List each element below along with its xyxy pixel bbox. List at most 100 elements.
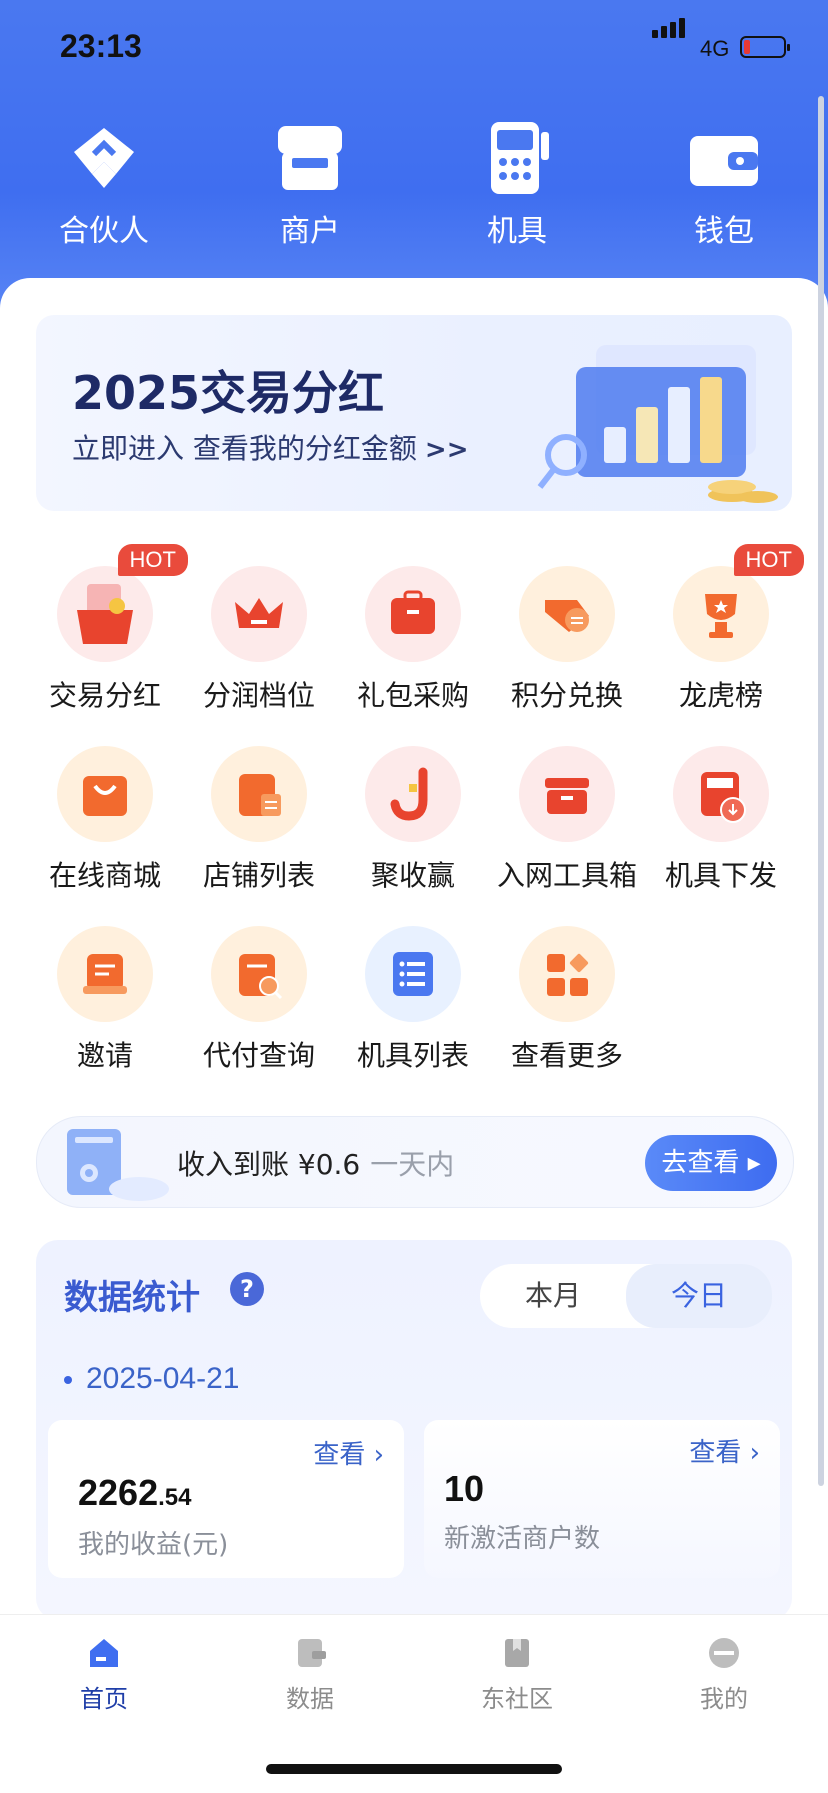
payment-query-icon [211, 926, 307, 1022]
view-link-label: 查看 [689, 1438, 742, 1468]
status-time: 23:13 [60, 28, 142, 64]
stats-title: 数据统计 [64, 1278, 200, 1318]
grid-label: 查看更多 [510, 1039, 623, 1072]
device-dispatch-icon [673, 746, 769, 842]
chart-illustration-icon [537, 345, 778, 503]
topnav-label: 机具 [487, 214, 547, 249]
network-type: 4G [700, 36, 730, 61]
crown-icon [211, 566, 307, 662]
period-toggle: 本月 今日 [480, 1264, 772, 1328]
date-dot [64, 1376, 72, 1385]
grid-label: 店铺列表 [202, 859, 315, 892]
grid-item-leaderboard[interactable]: HOT 龙虎榜 [646, 544, 804, 714]
toolbox-icon [519, 746, 615, 842]
grid-item-invite[interactable]: 邀请 [30, 926, 180, 1074]
grid-label: 代付查询 [202, 1039, 315, 1072]
data-stats-panel: 数据统计 ? 本月 今日 2025-04-21 查看 › 2262.54 我的收… [36, 1240, 792, 1620]
stat-card-new-merchants: 查看 › 10 新激活商户数 [424, 1420, 780, 1578]
stats-date: 2025-04-21 [64, 1362, 239, 1396]
topnav-label: 商户 [280, 214, 340, 249]
earnings-value: 2262.54 [78, 1472, 191, 1514]
income-period: 一天内 [370, 1148, 455, 1181]
tab-home[interactable]: 首页 [44, 1635, 164, 1714]
earnings-caption: 我的收益(元) [78, 1530, 229, 1560]
grid-label: 邀请 [76, 1039, 133, 1072]
tab-community[interactable]: 东社区 [457, 1635, 577, 1714]
more-apps-icon [519, 926, 615, 1022]
topnav-label: 钱包 [694, 214, 754, 249]
help-icon[interactable]: ? [230, 1272, 264, 1306]
top-nav: 合伙人 商户 机具 钱包 [0, 118, 828, 258]
wallet-icon [684, 118, 764, 198]
grid-label: 积分兑换 [510, 679, 623, 712]
merchant-icon [270, 118, 350, 198]
grid-label: 分润档位 [202, 679, 315, 712]
income-text: 收入到账 ¥0.6 一天内 [177, 1143, 454, 1183]
chevron-right-icon: ▸ [747, 1148, 761, 1178]
grid-label: 入网工具箱 [496, 859, 637, 892]
grid-item-gift-purchase[interactable]: 礼包采购 [338, 566, 488, 714]
grid-item-profit-tier[interactable]: 分润档位 [184, 566, 334, 714]
chevron-right-icon: › [749, 1438, 760, 1468]
topnav-partner[interactable]: 合伙人 [24, 118, 184, 250]
merchants-caption: 新激活商户数 [444, 1524, 601, 1554]
grid-label: 机具下发 [664, 859, 777, 892]
stats-date-text: 2025-04-21 [86, 1362, 240, 1395]
scrollbar[interactable] [818, 96, 824, 1486]
invite-icon [57, 926, 153, 1022]
chevron-right-icon: › [373, 1440, 384, 1470]
tab-data[interactable]: 数据 [250, 1635, 370, 1714]
home-icon [86, 1635, 122, 1671]
tab-today[interactable]: 今日 [626, 1264, 772, 1328]
grid-item-online-mall[interactable]: 在线商城 [30, 746, 180, 894]
view-merchants-link[interactable]: 查看 › [689, 1432, 760, 1469]
grid-label: 龙虎榜 [678, 679, 763, 712]
home-indicator[interactable] [266, 1764, 562, 1774]
stat-card-earnings: 查看 › 2262.54 我的收益(元) [48, 1420, 404, 1578]
topnav-label: 合伙人 [59, 214, 149, 249]
grid-label: 交易分红 [48, 679, 161, 712]
grid-label: 聚收赢 [370, 859, 455, 892]
grid-item-more[interactable]: 查看更多 [492, 926, 642, 1074]
merchants-value: 10 [444, 1468, 484, 1510]
shopping-bag-icon [57, 746, 153, 842]
grid-item-dividend[interactable]: HOT 交易分红 [30, 544, 188, 714]
topnav-pos[interactable]: 机具 [437, 118, 597, 250]
battery-icon [740, 36, 790, 58]
grid-item-store-list[interactable]: 店铺列表 [184, 746, 334, 894]
pos-terminal-icon [477, 118, 557, 198]
view-income-label: 去查看 [661, 1148, 740, 1178]
income-amount: 收入到账 ¥0.6 [177, 1148, 361, 1181]
dividend-banner[interactable]: 2025交易分红 立即进入 查看我的分红金额 >> [36, 315, 792, 511]
tab-profile[interactable]: 我的 [664, 1635, 784, 1714]
banner-subtitle: 立即进入 查看我的分红金额 >> [72, 427, 468, 467]
hot-badge: HOT [733, 544, 804, 576]
view-income-button[interactable]: 去查看 ▸ [645, 1135, 777, 1191]
exchange-icon [519, 566, 615, 662]
tab-label: 首页 [80, 1685, 128, 1713]
grid-item-points-exchange[interactable]: 积分兑换 [492, 566, 642, 714]
income-notice[interactable]: 收入到账 ¥0.6 一天内 去查看 ▸ [36, 1116, 794, 1208]
profile-icon [706, 1635, 742, 1671]
grid-item-device-list[interactable]: 机具列表 [338, 926, 488, 1074]
device-list-icon [365, 926, 461, 1022]
banner-arrow: >> [424, 435, 469, 465]
data-icon [292, 1635, 328, 1671]
tab-label: 东社区 [481, 1685, 553, 1713]
earnings-dec: .54 [158, 1484, 192, 1511]
topnav-wallet[interactable]: 钱包 [644, 118, 804, 250]
tab-this-month[interactable]: 本月 [480, 1264, 626, 1328]
grid-item-jushouying[interactable]: 聚收赢 [338, 746, 488, 894]
grid-item-device-dispatch[interactable]: 机具下发 [646, 746, 796, 894]
tab-label: 数据 [286, 1685, 334, 1713]
grid-item-toolbox[interactable]: 入网工具箱 [492, 746, 642, 894]
status-bar: 23:13 4G [0, 0, 828, 96]
income-doc-icon [67, 1129, 169, 1201]
j-logo-icon [365, 746, 461, 842]
grid-item-payment-query[interactable]: 代付查询 [184, 926, 334, 1074]
banner-subtitle-text: 立即进入 查看我的分红金额 [72, 432, 417, 465]
grid-label: 在线商城 [48, 859, 161, 892]
topnav-merchant[interactable]: 商户 [230, 118, 390, 250]
grid-label: 礼包采购 [356, 679, 469, 712]
view-earnings-link[interactable]: 查看 › [313, 1434, 384, 1471]
